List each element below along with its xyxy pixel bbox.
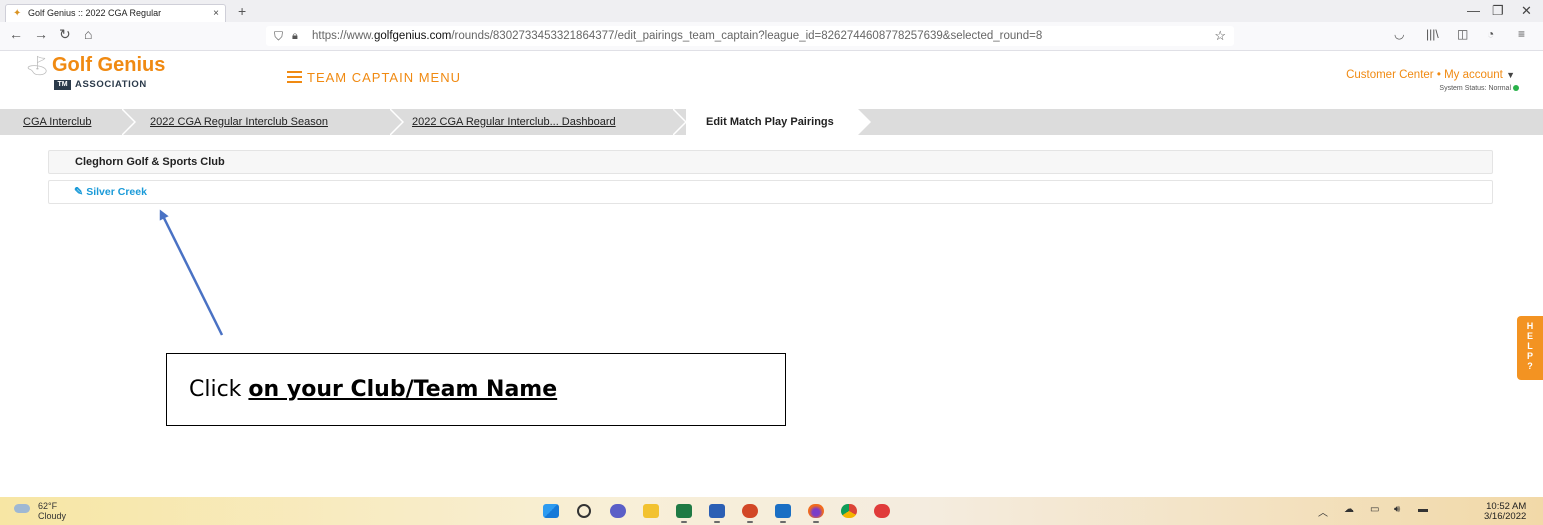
minimize-icon[interactable]: — xyxy=(1467,3,1480,18)
library-icon[interactable]: |||\ xyxy=(1426,27,1439,41)
edit-icon[interactable]: ✎ xyxy=(74,186,83,198)
golf-genius-logo[interactable]: ⛳︎ Golf Genius TM ASSOCIATION xyxy=(25,54,215,94)
close-window-icon[interactable]: ✕ xyxy=(1521,3,1532,19)
shield-icon[interactable]: ⛉ xyxy=(274,26,283,46)
hamburger-menu-icon[interactable] xyxy=(287,71,302,83)
file-explorer-icon[interactable] xyxy=(643,504,659,518)
logo-tm-badge: TM xyxy=(54,80,71,90)
logo-association: ASSOCIATION xyxy=(75,79,147,90)
breadcrumb-separator-icon xyxy=(673,109,687,135)
extension-icon[interactable]: ◔ xyxy=(1487,27,1494,41)
todo-check-icon[interactable] xyxy=(874,504,890,518)
golf-genius-favicon-icon: ✦ xyxy=(13,8,22,19)
back-icon[interactable]: ← xyxy=(9,26,23,42)
system-status-text: System Status: Normal xyxy=(1439,85,1511,92)
team-row: ✎ Silver Creek xyxy=(48,180,1493,204)
chevron-up-icon[interactable]: ︿ xyxy=(1318,504,1328,519)
word-icon[interactable] xyxy=(709,504,725,523)
help-letter: L xyxy=(1527,341,1533,351)
firefox-icon[interactable] xyxy=(808,504,824,523)
breadcrumb: CGA Interclub 2022 CGA Regular Interclub… xyxy=(0,109,1543,135)
breadcrumb-dashboard[interactable]: 2022 CGA Regular Interclub... Dashboard xyxy=(412,109,616,135)
breadcrumb-separator-icon xyxy=(122,109,136,135)
onedrive-cloud-icon[interactable]: ☁ xyxy=(1344,504,1354,515)
instruction-callout: Click on your Club/Team Name xyxy=(166,353,786,426)
app-menu-icon[interactable]: ≡ xyxy=(1518,27,1525,41)
search-icon[interactable] xyxy=(577,504,591,518)
team-captain-menu-link[interactable]: TEAM CAPTAIN MENU xyxy=(307,70,461,85)
pocket-icon[interactable]: ◡ xyxy=(1394,27,1404,41)
breadcrumb-active-arrow xyxy=(858,109,871,135)
network-icon[interactable]: ▭ xyxy=(1370,504,1379,515)
help-letter: E xyxy=(1526,331,1533,341)
team-link-label[interactable]: Silver Creek xyxy=(86,186,147,198)
lock-icon[interactable]: 🔒︎ xyxy=(292,26,298,46)
browser-tab-title: Golf Genius :: 2022 CGA Regular xyxy=(28,8,162,18)
logo-name: Golf Genius xyxy=(52,54,166,76)
browser-nav-bar: ← → ↻ ⌂ ⛉ 🔒︎ https://www.golfgenius.com/… xyxy=(0,22,1543,51)
help-letter: H xyxy=(1526,321,1534,331)
weather-temp: 62°F xyxy=(38,501,58,511)
club-name-panel: Cleghorn Golf & Sports Club xyxy=(48,150,1493,174)
home-icon[interactable]: ⌂ xyxy=(84,26,92,42)
battery-icon[interactable]: ▬ xyxy=(1418,504,1428,515)
breadcrumb-edit-pairings: Edit Match Play Pairings xyxy=(706,116,834,128)
help-letter: P xyxy=(1526,351,1533,361)
restore-icon[interactable]: ❐ xyxy=(1492,3,1504,19)
club-name: Cleghorn Golf & Sports Club xyxy=(75,156,225,168)
status-dot-icon xyxy=(1513,85,1519,92)
reload-icon[interactable]: ↻ xyxy=(59,26,71,43)
help-question-icon: ? xyxy=(1527,361,1533,371)
help-tab[interactable]: H E L P ? xyxy=(1517,316,1543,380)
breadcrumb-cga-interclub[interactable]: CGA Interclub xyxy=(23,109,91,135)
address-bar[interactable]: ⛉ 🔒︎ https://www.golfgenius.com/rounds/8… xyxy=(266,26,1234,46)
chrome-icon[interactable] xyxy=(841,504,857,518)
customer-center-link[interactable]: Customer Center xyxy=(1346,69,1434,81)
tab-close-icon[interactable]: × xyxy=(213,5,219,22)
clock-date: 3/16/2022 xyxy=(1484,511,1527,522)
new-tab-button[interactable]: + xyxy=(238,3,246,19)
browser-tab[interactable]: ✦ Golf Genius :: 2022 CGA Regular × xyxy=(5,4,226,22)
system-clock[interactable]: 10:52 AM 3/16/2022 xyxy=(1484,502,1526,522)
account-links: Customer Center • My account ▼ xyxy=(1346,69,1515,81)
callout-prefix: Click xyxy=(189,377,249,402)
sidebar-icon[interactable]: ◫ xyxy=(1457,27,1468,41)
url-text[interactable]: https://www.golfgenius.com/rounds/830273… xyxy=(312,26,1042,46)
excel-icon[interactable] xyxy=(676,504,692,523)
site-header: ⛳︎ Golf Genius TM ASSOCIATION TEAM CAPTA… xyxy=(0,51,1543,103)
team-link[interactable]: ✎ Silver Creek xyxy=(74,186,147,198)
callout-emphasis: on your Club/Team Name xyxy=(248,377,558,402)
volume-icon[interactable]: 🔊︎ xyxy=(1394,504,1400,515)
forward-icon[interactable]: → xyxy=(34,26,48,42)
golf-ball-tee-icon: ⛳︎ xyxy=(25,56,50,77)
powerpoint-icon[interactable] xyxy=(742,504,758,523)
bookmark-star-icon[interactable]: ☆ xyxy=(1214,26,1226,46)
teams-chat-icon[interactable] xyxy=(610,504,626,518)
browser-tab-bar: ✦ Golf Genius :: 2022 CGA Regular × + — … xyxy=(0,0,1543,22)
chevron-down-icon[interactable]: ▼ xyxy=(1506,70,1515,80)
weather-desc: Cloudy xyxy=(38,511,67,521)
my-account-link[interactable]: My account xyxy=(1444,69,1503,81)
windows-taskbar: 62°F Cloudy ︿ ☁ ▭ 🔊︎ ▬ 10:52 AM 3/16/202… xyxy=(0,497,1543,525)
windows-start-icon[interactable] xyxy=(543,504,559,518)
breadcrumb-season[interactable]: 2022 CGA Regular Interclub Season xyxy=(150,109,328,135)
cloud-icon xyxy=(14,504,30,513)
separator-bullet: • xyxy=(1436,69,1441,81)
breadcrumb-separator-icon xyxy=(390,109,404,135)
outlook-icon[interactable] xyxy=(775,504,791,523)
system-status: System Status: Normal xyxy=(1439,85,1519,92)
